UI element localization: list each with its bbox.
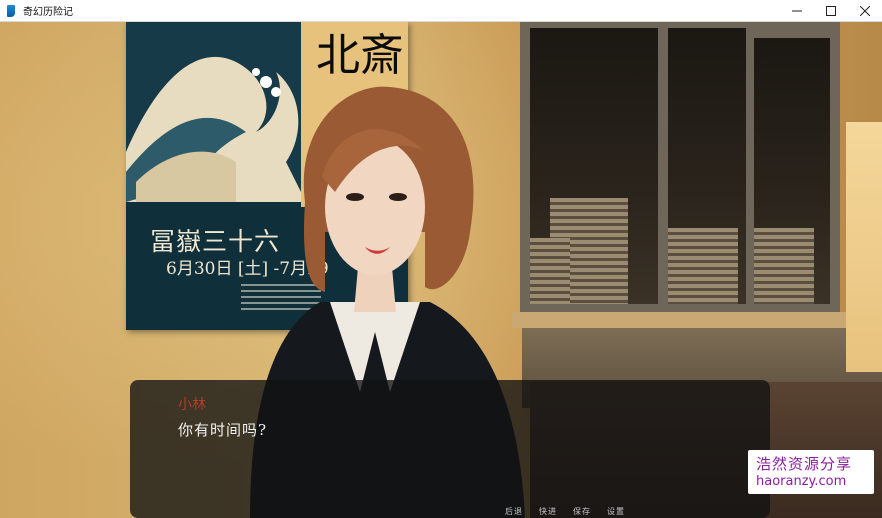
watermark-url: haoranzy.com bbox=[756, 474, 847, 489]
title-bar[interactable]: 奇幻历险记 bbox=[0, 0, 882, 22]
game-scene[interactable]: 北斎 冨嶽三十六 6月30日 [土] -7月29 小林 你有时间吗? 后退 快进… bbox=[0, 22, 882, 518]
app-icon bbox=[7, 4, 15, 17]
quick-menu-save[interactable]: 保存 bbox=[567, 506, 591, 518]
minimize-icon bbox=[792, 10, 802, 11]
watermark-chinese: 浩然资源分享 bbox=[756, 455, 853, 473]
close-button[interactable] bbox=[848, 0, 882, 21]
minimize-button[interactable] bbox=[780, 0, 814, 21]
building bbox=[754, 228, 814, 304]
building bbox=[668, 228, 738, 304]
classroom-window bbox=[520, 22, 840, 316]
dialogue-box[interactable]: 小林 你有时间吗? bbox=[130, 380, 770, 518]
window-pane-mid bbox=[668, 28, 746, 304]
window-sill bbox=[512, 312, 848, 328]
game-window: 奇幻历险记 北斎 冨嶽三十六 6月30日 [土] -7月29 小林 你有时间吗?… bbox=[0, 0, 882, 518]
dialogue-text: 你有时间吗? bbox=[178, 421, 268, 439]
quick-menu: 后退 快进 保存 设置 bbox=[0, 506, 882, 518]
quick-menu-back[interactable]: 后退 bbox=[257, 506, 523, 518]
window-controls bbox=[780, 0, 882, 21]
sunlight-patch bbox=[846, 122, 882, 372]
close-icon bbox=[860, 5, 870, 16]
window-pane-right bbox=[754, 38, 830, 304]
speaker-name: 小林 bbox=[178, 397, 206, 413]
window-title: 奇幻历险记 bbox=[23, 7, 73, 18]
quick-menu-skip[interactable]: 快进 bbox=[533, 506, 557, 518]
watermark: 浩然资源分享 haoranzy.com bbox=[748, 450, 874, 494]
quick-menu-settings[interactable]: 设置 bbox=[601, 506, 625, 518]
poster-kanji: 北斎 bbox=[316, 30, 404, 81]
window-pane-left bbox=[530, 28, 658, 304]
maximize-icon bbox=[826, 5, 836, 16]
maximize-button[interactable] bbox=[814, 0, 848, 21]
